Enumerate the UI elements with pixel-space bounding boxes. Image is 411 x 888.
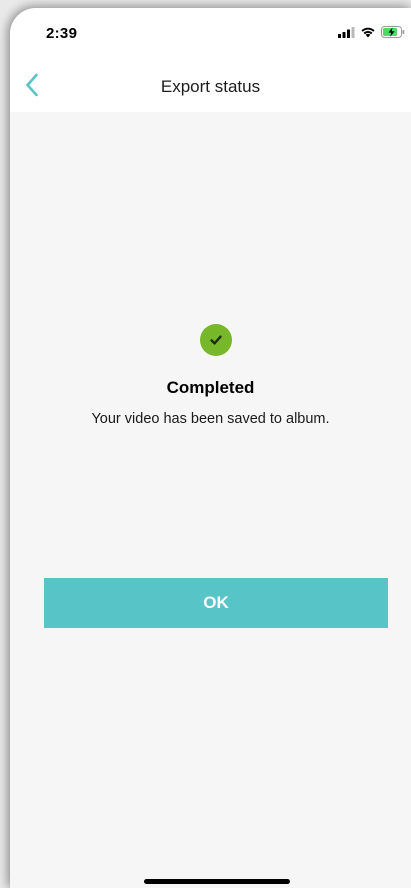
page-title: Export status <box>160 77 261 96</box>
completion-title: Completed <box>166 378 255 397</box>
completion-message: Your video has been saved to album. <box>91 411 330 427</box>
home-indicator <box>144 879 290 884</box>
wifi-icon <box>360 25 376 43</box>
ok-button[interactable]: OK <box>44 578 388 628</box>
status-time: 2:39 <box>46 25 78 42</box>
navigation-bar: Export status <box>10 62 411 112</box>
battery-charging-icon <box>381 25 405 43</box>
status-bar: 2:39 <box>10 8 411 62</box>
check-circle-icon <box>200 324 232 356</box>
status-icons <box>338 25 405 43</box>
phone-screen: 2:39 Export status Completed Your video … <box>10 8 411 888</box>
signal-icon <box>338 25 355 43</box>
